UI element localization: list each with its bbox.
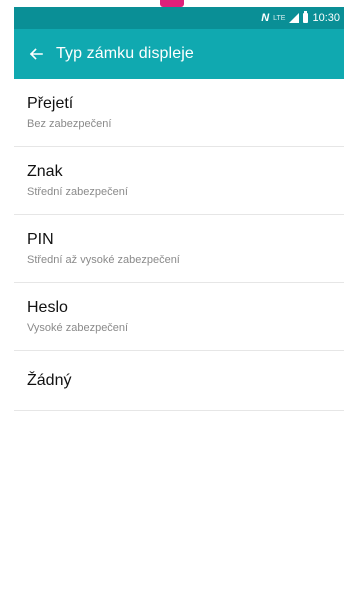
nfc-icon: N [261, 12, 270, 24]
highlight-marker [160, 0, 184, 7]
lock-type-list: Přejetí Bez zabezpečení Znak Střední zab… [14, 79, 344, 411]
lock-type-subtitle: Střední zabezpečení [27, 185, 128, 198]
lock-type-title: PIN [27, 230, 54, 248]
lte-icon: LTE [273, 14, 286, 22]
lock-type-subtitle: Střední až vysoké zabezpečení [27, 253, 180, 266]
lock-type-item-pin[interactable]: PIN Střední až vysoké zabezpečení [14, 215, 344, 283]
battery-icon [303, 11, 309, 23]
status-bar: N LTE 10:30 [14, 7, 344, 29]
lock-type-item-swipe[interactable]: Přejetí Bez zabezpečení [14, 79, 344, 147]
lock-type-title: Žádný [27, 371, 72, 389]
lock-type-title: Heslo [27, 298, 68, 316]
lock-type-item-pattern[interactable]: Znak Střední zabezpečení [14, 147, 344, 215]
arrow-left-icon[interactable] [26, 44, 46, 64]
app-bar: Typ zámku displeje [14, 29, 344, 79]
lock-type-title: Přejetí [27, 94, 74, 112]
lock-type-subtitle: Vysoké zabezpečení [27, 321, 129, 334]
lock-type-subtitle: Bez zabezpečení [27, 117, 112, 130]
signal-icon [289, 13, 300, 23]
status-time: 10:30 [312, 12, 340, 24]
screen: N LTE 10:30 Typ zámku displeje Přejetí B… [0, 0, 344, 610]
lock-type-title: Znak [27, 162, 63, 180]
page-title: Typ zámku displeje [56, 45, 194, 62]
lock-type-item-password[interactable]: Heslo Vysoké zabezpečení [14, 283, 344, 351]
lock-type-item-none[interactable]: Žádný [14, 351, 344, 411]
